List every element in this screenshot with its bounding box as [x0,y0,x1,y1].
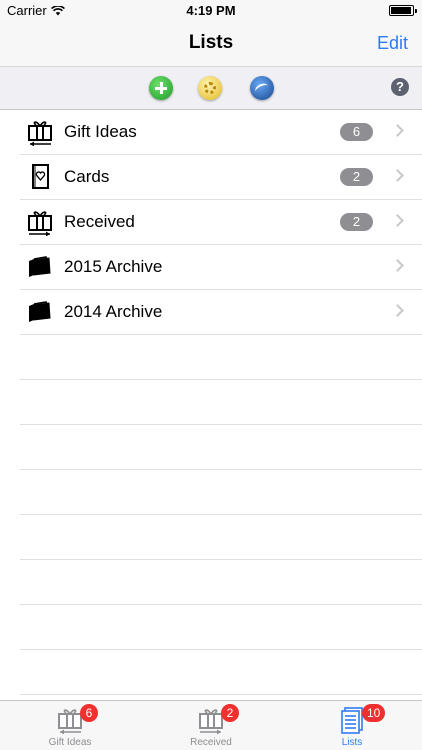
empty-row [20,425,422,470]
tab-badge: 2 [221,704,239,722]
chevron-right-icon [391,169,404,182]
empty-row [20,605,422,650]
empty-row [20,560,422,605]
empty-row [20,380,422,425]
help-button[interactable]: ? [391,78,409,96]
empty-row [20,650,422,695]
empty-row [20,470,422,515]
share-button[interactable] [250,76,274,100]
empty-row [20,335,422,380]
tab-label: Gift Ideas [48,737,92,748]
navigation-bar: Lists Edit [0,22,422,66]
gift-out-icon [28,121,52,146]
toolbar: ? [0,66,422,110]
list-item-cards[interactable]: Cards 2 [20,155,422,200]
count-badge: 6 [340,123,373,141]
chevron-right-icon [391,124,404,137]
list-item-label: Cards [64,167,110,186]
chevron-right-icon [391,259,404,272]
tab-badge: 10 [362,704,386,722]
chevron-right-icon [391,304,404,317]
list-item-label: 2014 Archive [64,302,163,321]
count-badge: 2 [340,168,373,186]
tab-received[interactable]: 2 Received [141,701,281,750]
empty-row [20,515,422,560]
settings-button[interactable] [198,76,222,100]
tab-label: Received [190,737,232,748]
tab-badge: 6 [80,704,98,722]
card-icon [32,164,49,189]
tab-gift-ideas[interactable]: 6 Gift Ideas [0,701,140,750]
tab-lists[interactable]: 10 Lists [282,701,422,750]
status-time: 4:19 PM [186,3,236,18]
status-bar: Carrier 4:19 PM [0,0,422,22]
folder-icon [29,301,51,322]
lists-table: Gift Ideas 6 Cards 2 Received 2 2015 Arc… [0,110,422,695]
count-badge: 2 [340,213,373,231]
gift-in-icon [28,211,52,236]
battery-icon [389,5,417,16]
page-title: Lists [188,32,234,53]
add-list-button[interactable] [149,76,173,100]
list-item-label: Gift Ideas [64,122,137,141]
tab-bar: 6 Gift Ideas 2 Received 10 Lists [0,700,422,750]
list-item-gift-ideas[interactable]: Gift Ideas 6 [20,110,422,155]
folder-icon [29,256,51,277]
list-item-received[interactable]: Received 2 [20,200,422,245]
list-item-2014-archive[interactable]: 2014 Archive [20,290,422,335]
list-item-2015-archive[interactable]: 2015 Archive [20,245,422,290]
tab-label: Lists [341,737,363,748]
list-item-label: 2015 Archive [64,257,163,276]
edit-button[interactable]: Edit [377,33,408,54]
list-item-label: Received [64,212,135,231]
chevron-right-icon [391,214,404,227]
